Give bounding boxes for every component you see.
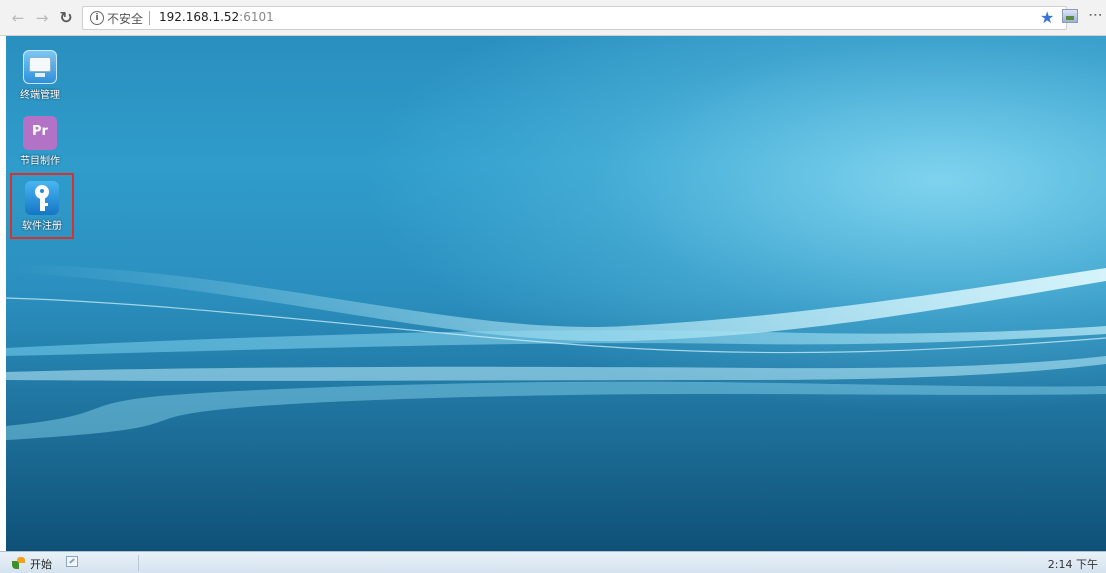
taskbar: 开始 2:14 下午 bbox=[0, 551, 1106, 573]
extension-icon[interactable] bbox=[1062, 9, 1078, 23]
url-text[interactable]: 192.168.1.52:6101 bbox=[159, 10, 274, 24]
desktop-icon-label: 软件注册 bbox=[22, 221, 62, 232]
omnibox-divider bbox=[149, 11, 150, 25]
start-icon bbox=[12, 557, 26, 569]
taskbar-divider bbox=[138, 555, 139, 571]
url-host: 192.168.1.52 bbox=[159, 10, 240, 24]
security-label[interactable]: 不安全 bbox=[107, 10, 143, 27]
desktop-icon-label: 终端管理 bbox=[20, 90, 60, 101]
start-label: 开始 bbox=[30, 558, 52, 571]
wallpaper-waves bbox=[6, 264, 1106, 440]
forward-arrow-icon[interactable]: → bbox=[33, 9, 51, 27]
info-icon[interactable]: i bbox=[90, 11, 104, 25]
desktop-icon-label: 节目制作 bbox=[20, 156, 60, 167]
monitor-icon bbox=[23, 50, 57, 84]
url-port: :6101 bbox=[239, 10, 274, 24]
reload-icon[interactable]: ↻ bbox=[57, 9, 75, 27]
premiere-glyph: Pr bbox=[32, 124, 48, 139]
menu-icon[interactable]: ⋮ bbox=[1087, 8, 1103, 20]
show-desktop-icon[interactable] bbox=[66, 556, 78, 567]
clock: 2:14 下午 bbox=[1047, 558, 1098, 571]
desktop-icon-program-production[interactable]: Pr 节目制作 bbox=[8, 110, 72, 174]
desktop: 终端管理 Pr 节目制作 软件注册 bbox=[6, 36, 1106, 551]
back-arrow-icon[interactable]: ← bbox=[9, 9, 27, 27]
desktop-icon-terminal-management[interactable]: 终端管理 bbox=[8, 44, 72, 108]
key-icon bbox=[25, 181, 59, 215]
address-bar[interactable]: i 不安全 192.168.1.52:6101 bbox=[82, 6, 1067, 30]
premiere-icon: Pr bbox=[23, 116, 57, 150]
browser-toolbar: ← → ↻ i 不安全 192.168.1.52:6101 ★ ⋮ bbox=[0, 0, 1106, 36]
desktop-icon-software-registration[interactable]: 软件注册 bbox=[10, 175, 74, 239]
star-icon[interactable]: ★ bbox=[1040, 8, 1054, 27]
